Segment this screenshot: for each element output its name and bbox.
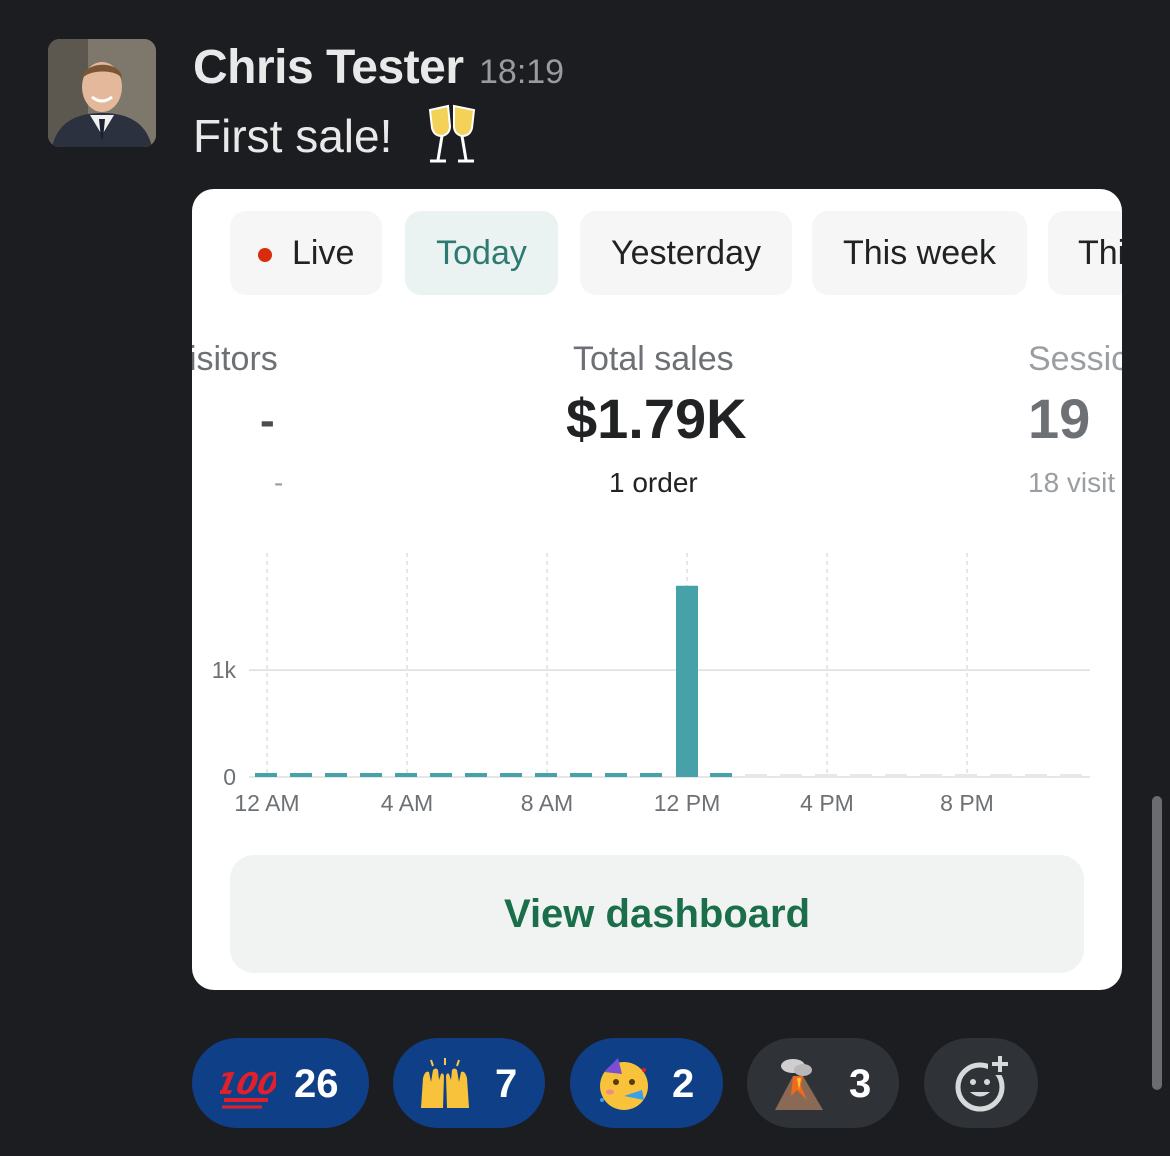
avatar[interactable] bbox=[48, 39, 156, 147]
avatar-photo bbox=[48, 39, 156, 147]
svg-text:100: 100 bbox=[220, 1067, 276, 1102]
bar bbox=[710, 773, 732, 777]
reaction-count: 7 bbox=[495, 1062, 518, 1106]
y-tick-label: 0 bbox=[223, 764, 236, 790]
message-text: First sale! bbox=[193, 110, 393, 162]
reaction-count: 3 bbox=[849, 1062, 872, 1106]
reaction-partying-face[interactable]: 2 bbox=[570, 1038, 723, 1128]
reaction-count: 26 bbox=[294, 1062, 339, 1106]
x-tick-label: 8 PM bbox=[940, 790, 994, 816]
hundred-points-icon: 100 bbox=[220, 1067, 276, 1109]
bar-future bbox=[885, 774, 907, 777]
bar-future bbox=[955, 774, 977, 777]
reaction-count: 2 bbox=[672, 1062, 695, 1106]
bar-future bbox=[745, 774, 767, 777]
bar bbox=[500, 773, 522, 777]
bar-future bbox=[780, 774, 802, 777]
x-tick-label: 4 AM bbox=[381, 790, 433, 816]
bar bbox=[676, 585, 698, 777]
y-tick-label: 1k bbox=[212, 657, 237, 683]
bar bbox=[290, 773, 312, 777]
scrollbar[interactable] bbox=[1152, 796, 1162, 1090]
bar bbox=[395, 773, 417, 777]
bar-future bbox=[1025, 774, 1047, 777]
bar bbox=[430, 773, 452, 777]
add-reaction-button[interactable] bbox=[924, 1038, 1038, 1128]
volcano-icon bbox=[775, 1059, 823, 1110]
bar-future bbox=[990, 774, 1012, 777]
bar bbox=[465, 773, 487, 777]
x-tick-label: 4 PM bbox=[800, 790, 854, 816]
sales-bar-chart: 12 AM 4 AM 8 AM 12 PM 4 PM 8 PM 1k 0 bbox=[212, 553, 1090, 816]
x-tick-label: 8 AM bbox=[521, 790, 573, 816]
x-tick-label: 12 AM bbox=[234, 790, 299, 816]
bar-future bbox=[1060, 774, 1082, 777]
reaction-raising-hands[interactable]: 7 bbox=[393, 1038, 545, 1128]
bar-future bbox=[815, 774, 837, 777]
clinking-glasses-icon bbox=[428, 104, 476, 163]
bar bbox=[535, 773, 557, 777]
x-tick-label: 12 PM bbox=[654, 790, 720, 816]
reaction-volcano[interactable]: 3 bbox=[747, 1038, 899, 1128]
analytics-card: Live Today Yesterday This week Thi isito… bbox=[192, 189, 1122, 990]
add-reaction-icon bbox=[955, 1053, 1012, 1112]
bar bbox=[360, 773, 382, 777]
view-dashboard-button[interactable]: View dashboard bbox=[230, 855, 1084, 973]
message-timestamp[interactable]: 18:19 bbox=[479, 54, 564, 90]
raising-hands-icon bbox=[421, 1058, 469, 1108]
bar bbox=[640, 773, 662, 777]
bar bbox=[605, 773, 627, 777]
bar-future bbox=[850, 774, 872, 777]
reaction-hundred-points[interactable]: 100 26 bbox=[192, 1038, 369, 1128]
bar bbox=[255, 773, 277, 777]
message-author[interactable]: Chris Tester bbox=[193, 42, 464, 94]
bar bbox=[570, 773, 592, 777]
partying-face-icon bbox=[600, 1058, 648, 1110]
bar bbox=[325, 773, 347, 777]
bar-future bbox=[920, 774, 942, 777]
